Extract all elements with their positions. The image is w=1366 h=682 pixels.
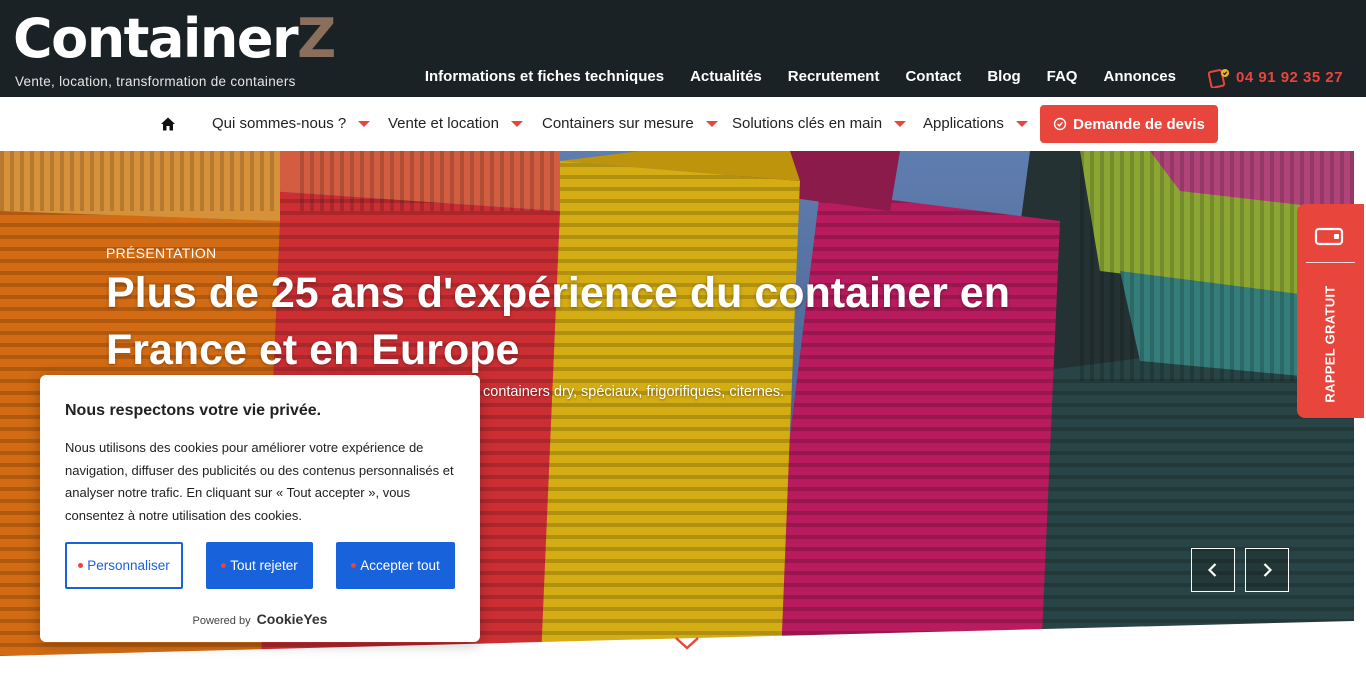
logo-wordmark: ContainerZ [13,7,336,70]
dot-icon [351,563,357,568]
cookie-customize-button[interactable]: Personnaliser [65,542,183,589]
home-icon[interactable] [160,116,176,132]
topnav-item-actualites[interactable]: Actualités [690,68,762,85]
hero-eyebrow: PRÉSENTATION [106,245,217,261]
topnav-item-annonces[interactable]: Annonces [1103,68,1176,85]
hero-subtext: containers dry, spéciaux, frigorifiques,… [483,384,785,400]
nav-item-vente-location[interactable]: Vente et location [388,115,523,132]
top-bar: ContainerZ Vente, location, transformati… [0,0,1366,97]
caret-down-icon [705,120,718,127]
hero-headline: Plus de 25 ans d'expérience du container… [106,269,1010,374]
free-callback-tab[interactable]: RAPPEL GRATUIT [1297,204,1364,418]
dot-icon [78,563,84,568]
chevron-right-icon [1263,563,1273,577]
chevron-left-icon [1207,563,1217,577]
quote-request-button[interactable]: Demande de devis [1040,105,1218,143]
dot-icon [221,563,227,568]
slider-prev-button[interactable] [1191,548,1235,592]
nav-item-containers-sur-mesure[interactable]: Containers sur mesure [542,115,718,132]
cookie-reject-all-button[interactable]: Tout rejeter [206,542,313,589]
caret-down-icon [358,120,371,127]
callback-divider [1306,262,1355,263]
cookie-powered-by[interactable]: Powered by CookieYes [40,611,480,627]
topnav-item-contact[interactable]: Contact [905,68,961,85]
cookieyes-logo: CookieYes [256,611,328,627]
callback-label: RAPPEL GRATUIT [1322,285,1338,403]
logo-tagline: Vente, location, transformation de conta… [15,74,296,89]
logo[interactable]: ContainerZ [13,4,336,74]
topnav-item-faq[interactable]: FAQ [1047,68,1078,85]
phone-icon [1208,69,1229,88]
cookie-consent-dialog: Nous respectons votre vie privée. Nous u… [40,375,480,642]
phone-number: 04 91 92 35 27 [1236,68,1344,86]
phone-device-icon [1314,227,1344,246]
topnav-item-recrutement[interactable]: Recrutement [788,68,880,85]
nav-item-qui-sommes-nous[interactable]: Qui sommes-nous ? [212,115,371,132]
nav-item-solutions[interactable]: Solutions clés en main [732,115,907,132]
caret-down-icon [1015,120,1028,127]
slider-next-button[interactable] [1245,548,1289,592]
main-navigation: Qui sommes-nous ? Vente et location Cont… [0,97,1366,151]
nav-item-applications[interactable]: Applications [923,115,1028,132]
cookie-title: Nous respectons votre vie privée. [65,402,322,419]
topnav-item-blog[interactable]: Blog [987,68,1020,85]
caret-down-icon [510,120,523,127]
check-badge-icon [1053,117,1067,131]
cookie-accept-all-button[interactable]: Accepter tout [336,542,455,589]
caret-down-icon [894,120,907,127]
topnav-item-infos[interactable]: Informations et fiches techniques [425,68,664,85]
scroll-down-chevron-icon[interactable] [674,635,700,651]
cookie-description: Nous utilisons des cookies pour améliore… [65,440,454,523]
phone-link[interactable]: 04 91 92 35 27 [1208,66,1343,88]
top-navigation: Informations et fiches techniques Actual… [425,68,1176,85]
